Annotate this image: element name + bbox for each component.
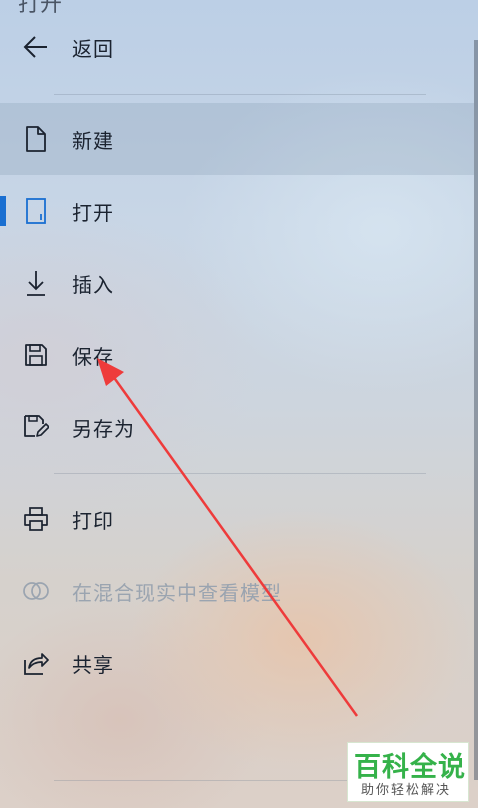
menu-item-share-label: 共享 bbox=[72, 652, 114, 677]
menu-item-mixed-reality-label: 在混合现实中查看模型 bbox=[72, 580, 282, 605]
menu-item-insert[interactable]: 插入 bbox=[0, 247, 474, 319]
share-icon bbox=[22, 649, 50, 677]
mixed-reality-icon bbox=[22, 577, 50, 605]
document-icon bbox=[22, 125, 50, 153]
back-button[interactable]: 返回 bbox=[0, 11, 474, 83]
divider bbox=[54, 473, 426, 474]
printer-icon bbox=[22, 505, 50, 533]
save-icon bbox=[22, 341, 50, 369]
open-file-icon bbox=[22, 197, 50, 225]
divider bbox=[54, 94, 426, 95]
menu-item-mixed-reality: 在混合现实中查看模型 bbox=[0, 555, 474, 627]
download-arrow-icon bbox=[22, 269, 50, 297]
scrollbar[interactable] bbox=[474, 40, 478, 780]
menu-item-insert-label: 插入 bbox=[72, 272, 114, 297]
watermark-logo: 百科全说 助你轻松解决 bbox=[347, 742, 469, 802]
menu-item-print-label: 打印 bbox=[72, 508, 114, 533]
menu-item-save-label: 保存 bbox=[72, 344, 114, 369]
menu-item-save-as-label: 另存为 bbox=[72, 416, 135, 441]
menu-item-new[interactable]: 新建 bbox=[0, 103, 474, 175]
menu-item-save[interactable]: 保存 bbox=[0, 319, 474, 391]
watermark-sub-text: 助你轻松解决 bbox=[361, 783, 452, 798]
menu-item-share[interactable]: 共享 bbox=[0, 627, 474, 699]
back-label: 返回 bbox=[72, 36, 114, 61]
menu-item-new-label: 新建 bbox=[72, 128, 114, 153]
back-arrow-icon bbox=[22, 33, 50, 61]
menu-item-save-as[interactable]: 另存为 bbox=[0, 391, 474, 463]
menu-item-open[interactable]: 打开 bbox=[0, 175, 474, 247]
menu-item-print[interactable]: 打印 bbox=[0, 483, 474, 555]
menu-item-open-label: 打开 bbox=[72, 200, 114, 225]
save-as-icon bbox=[22, 413, 50, 441]
